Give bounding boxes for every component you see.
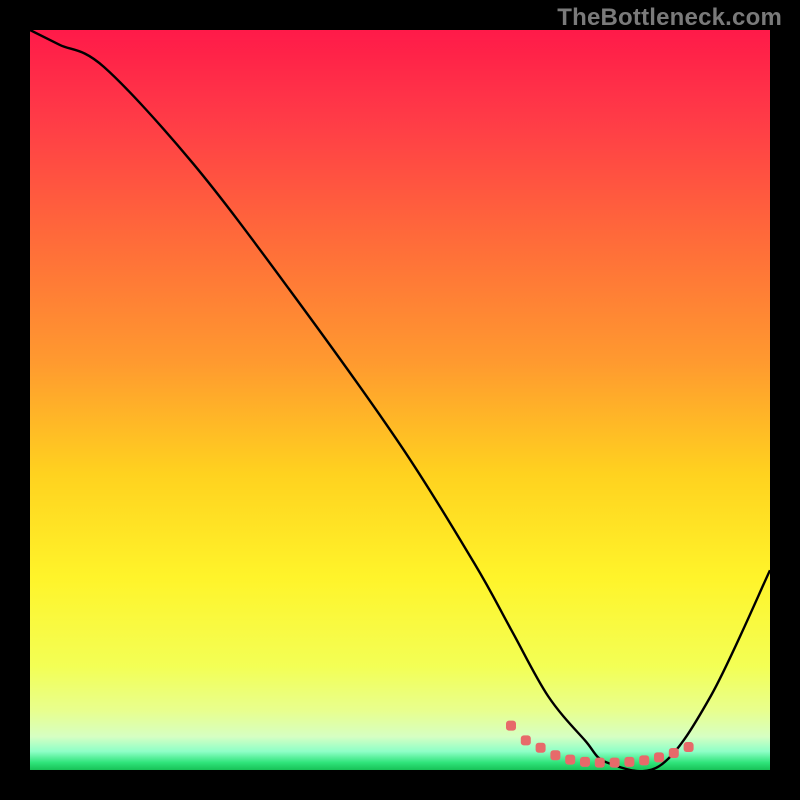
marker-point: [521, 735, 531, 745]
marker-point: [595, 758, 605, 768]
marker-point: [654, 752, 664, 762]
marker-point: [565, 755, 575, 765]
marker-point: [550, 750, 560, 760]
marker-point: [536, 743, 546, 753]
attribution-text: TheBottleneck.com: [557, 4, 782, 32]
marker-point: [684, 742, 694, 752]
marker-point: [580, 757, 590, 767]
marker-point: [506, 721, 516, 731]
heatmap-background: [30, 30, 770, 770]
bottleneck-chart: [30, 30, 770, 770]
chart-frame: TheBottleneck.com: [0, 0, 800, 800]
marker-point: [624, 757, 634, 767]
marker-point: [610, 758, 620, 768]
marker-point: [639, 755, 649, 765]
marker-point: [669, 748, 679, 758]
